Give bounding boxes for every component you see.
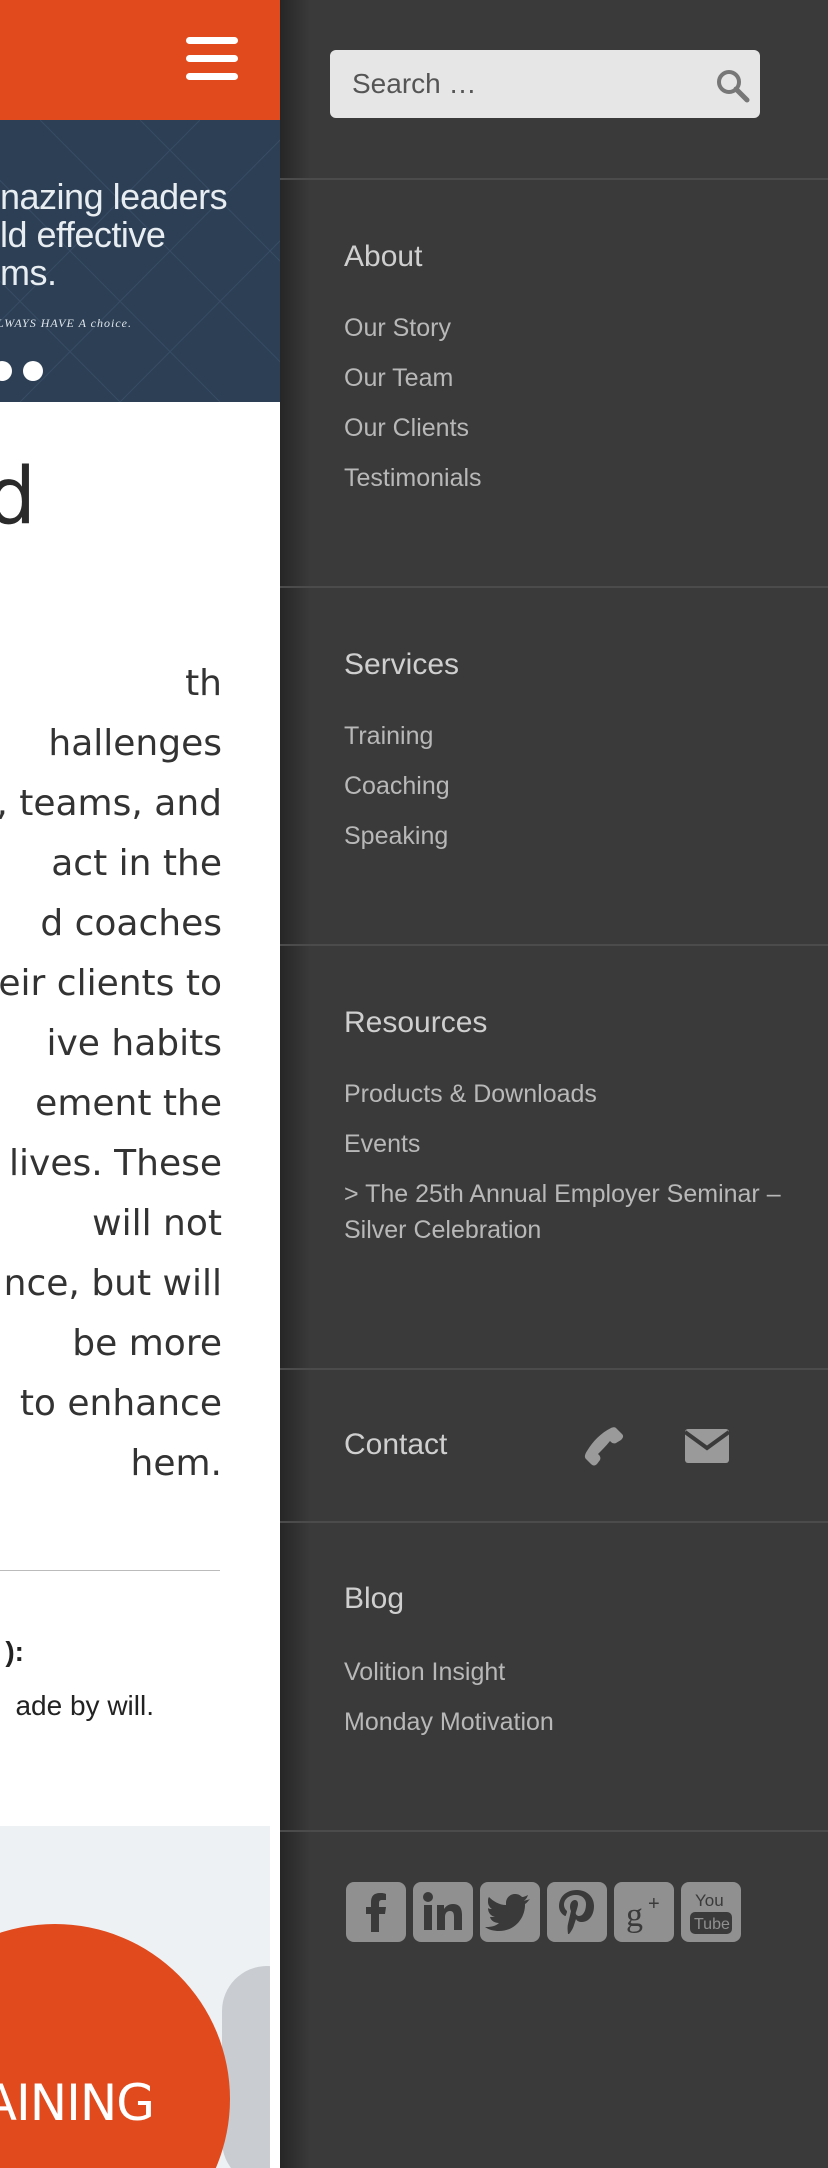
paragraph-line: will not: [92, 1203, 222, 1244]
slide-out-menu: About Our Story Our Team Our Clients Tes…: [280, 0, 828, 2168]
menu-section-contact[interactable]: Contact: [344, 1428, 447, 1462]
menu-divider: [280, 944, 828, 946]
menu-link-speaking[interactable]: Speaking: [344, 822, 448, 851]
main-page: nazing leaders ld effective ms. LWAYS HA…: [0, 0, 280, 2168]
svg-text:You: You: [695, 1891, 724, 1910]
twitter-icon[interactable]: [480, 1882, 540, 1942]
promo-person-figure: [222, 1966, 270, 2168]
hero-headline-line-3: ms.: [0, 252, 57, 293]
search-input[interactable]: [330, 50, 700, 118]
menu-link-monday-motivation[interactable]: Monday Motivation: [344, 1708, 554, 1737]
svg-text:+: +: [648, 1893, 660, 1915]
search-box: [330, 50, 760, 118]
quote-label: ):: [5, 1636, 24, 1667]
promo-label: TRAINING: [0, 2074, 155, 2132]
paragraph-line: act in the: [51, 843, 222, 884]
training-promo-image[interactable]: TRAINING: [0, 1826, 270, 2168]
paragraph-line: nce, but will: [3, 1263, 222, 1304]
hamburger-menu-icon[interactable]: [186, 37, 238, 81]
menu-section-resources[interactable]: Resources: [344, 1006, 487, 1040]
top-bar: [0, 0, 280, 120]
intro-paragraph: th hallenges , teams, and act in the d c…: [0, 663, 280, 1513]
facebook-icon[interactable]: [346, 1882, 406, 1942]
menu-section-about[interactable]: About: [344, 240, 422, 274]
menu-link-events[interactable]: Events: [344, 1130, 420, 1159]
menu-divider: [280, 1830, 828, 1832]
paragraph-line: to enhance: [19, 1383, 222, 1424]
page-heading: d: [0, 452, 280, 552]
hero-headline-line-2: ld effective: [0, 214, 166, 255]
menu-link-volition-insight[interactable]: Volition Insight: [344, 1658, 505, 1687]
menu-link-coaching[interactable]: Coaching: [344, 772, 450, 801]
menu-link-our-team[interactable]: Our Team: [344, 364, 453, 393]
menu-divider: [280, 178, 828, 180]
menu-link-training[interactable]: Training: [344, 722, 433, 751]
menu-link-our-clients[interactable]: Our Clients: [344, 414, 469, 443]
drawer-shadow: [280, 0, 310, 2168]
menu-divider: [280, 586, 828, 588]
menu-divider: [280, 1368, 828, 1370]
hero-headline-line-1: nazing leaders: [0, 176, 228, 217]
carousel-dot-active[interactable]: [23, 361, 43, 381]
menu-link-testimonials[interactable]: Testimonials: [344, 464, 482, 493]
menu-link-our-story[interactable]: Our Story: [344, 314, 451, 343]
pinterest-icon[interactable]: [547, 1882, 607, 1942]
paragraph-line: hallenges: [48, 723, 222, 764]
paragraph-line: , teams, and: [0, 783, 222, 824]
paragraph-line: d coaches: [40, 903, 222, 944]
paragraph-line: ement the: [35, 1083, 222, 1124]
paragraph-line: eir clients to: [0, 963, 222, 1004]
content-divider: [0, 1570, 220, 1571]
svg-text:g: g: [626, 1897, 643, 1934]
google-plus-icon[interactable]: g +: [614, 1882, 674, 1942]
youtube-icon[interactable]: You Tube: [681, 1882, 741, 1942]
search-icon[interactable]: [715, 68, 751, 104]
phone-icon[interactable]: [582, 1424, 626, 1468]
menu-section-services[interactable]: Services: [344, 648, 459, 682]
linkedin-icon[interactable]: [413, 1882, 473, 1942]
menu-divider: [280, 1521, 828, 1523]
paragraph-line: be more: [72, 1323, 222, 1364]
paragraph-line: th: [185, 663, 222, 704]
paragraph-line: ive habits: [46, 1023, 223, 1064]
svg-text:Tube: Tube: [694, 1916, 730, 1933]
menu-link-employer-seminar[interactable]: > The 25th Annual Employer Seminar –: [344, 1180, 781, 1209]
menu-link-products-downloads[interactable]: Products & Downloads: [344, 1080, 597, 1109]
mail-icon[interactable]: [684, 1428, 730, 1464]
hero-tagline: LWAYS HAVE A choice.: [0, 316, 132, 330]
page-heading-text: d: [0, 452, 36, 542]
paragraph-line: lives. These: [9, 1143, 222, 1184]
menu-link-employer-seminar-line-2[interactable]: Silver Celebration: [344, 1216, 541, 1245]
hero-banner: nazing leaders ld effective ms. LWAYS HA…: [0, 120, 280, 402]
quote-text: ade by will.: [15, 1690, 154, 1721]
paragraph-line: hem.: [130, 1443, 222, 1484]
menu-section-blog[interactable]: Blog: [344, 1582, 404, 1616]
